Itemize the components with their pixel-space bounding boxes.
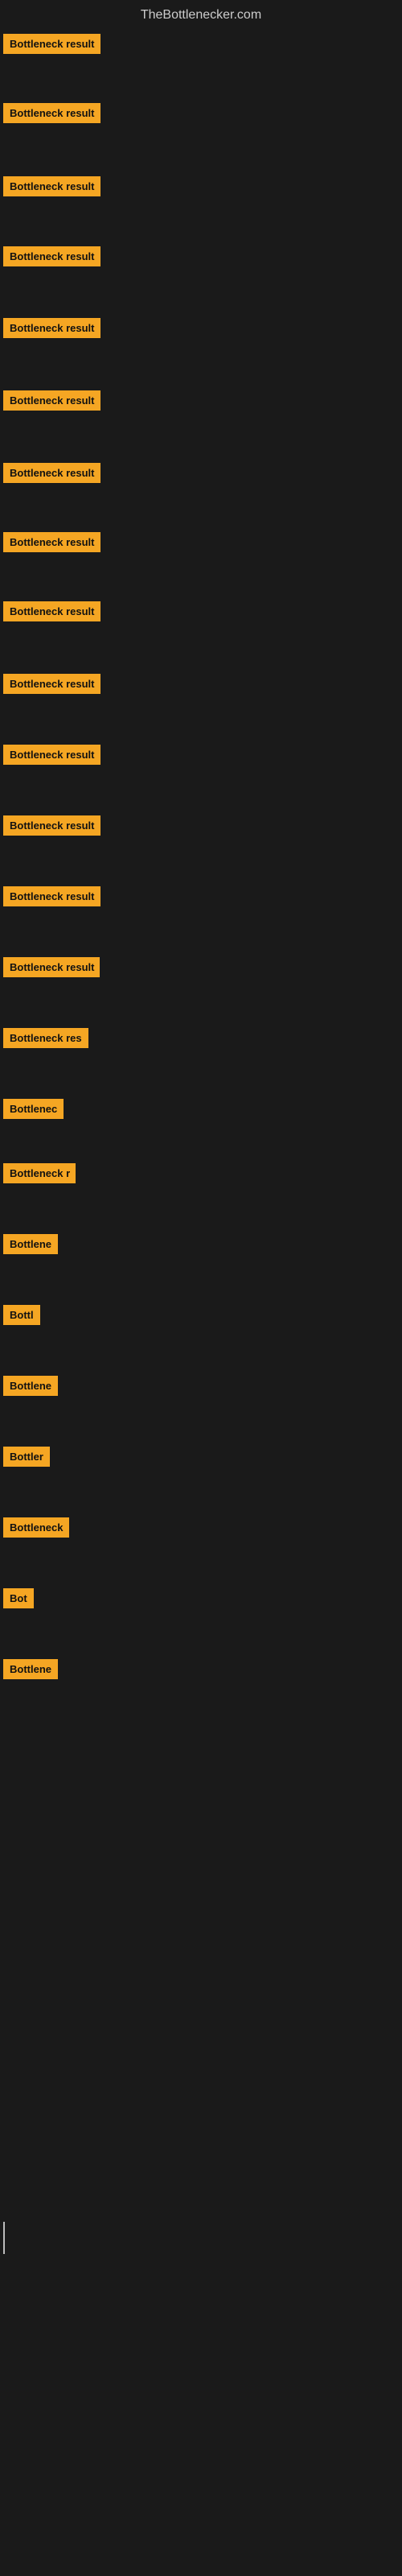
bottleneck-badge[interactable]: Bottlene (3, 1376, 58, 1396)
bottleneck-badge[interactable]: Bottleneck r (3, 1163, 76, 1183)
bottleneck-badge[interactable]: Bottleneck (3, 1517, 69, 1538)
list-item[interactable]: Bottleneck result (0, 456, 402, 526)
list-item[interactable]: Bottleneck result (0, 809, 402, 878)
list-item[interactable]: Bottleneck result (0, 526, 402, 595)
bottleneck-badge[interactable]: Bottlene (3, 1659, 58, 1679)
cursor-indicator (3, 2222, 5, 2254)
bottleneck-badge[interactable]: Bottlenec (3, 1099, 64, 1119)
bottleneck-badge[interactable]: Bottleneck result (3, 957, 100, 977)
rows-container: Bottleneck result Bottleneck result Bottle… (0, 27, 402, 2571)
page-wrapper: TheBottlenecker.com Bottleneck resultBot… (0, 0, 402, 2576)
list-item[interactable]: Bottleneck result (0, 170, 402, 239)
bottleneck-badge[interactable]: Bottleneck result (3, 318, 100, 338)
list-item[interactable]: Bottlene (0, 1653, 402, 1722)
bottleneck-badge[interactable]: Bottleneck result (3, 246, 100, 266)
bottleneck-badge[interactable]: Bottler (3, 1447, 50, 1467)
list-item[interactable]: Bot (0, 1582, 402, 1651)
bottleneck-badge[interactable]: Bottleneck result (3, 815, 100, 836)
bottleneck-badge[interactable]: Bottleneck result (3, 601, 100, 621)
bottleneck-badge[interactable]: Bottleneck result (3, 745, 100, 765)
list-item[interactable]: Bottlenec (0, 1092, 402, 1162)
bottleneck-badge[interactable]: Bottleneck result (3, 103, 100, 123)
list-item[interactable]: Bottlene (0, 1228, 402, 1297)
list-item[interactable]: Bottleneck result (0, 97, 402, 166)
list-item[interactable]: Bottler (0, 1440, 402, 1509)
list-item[interactable]: Bottleneck result (0, 27, 402, 97)
bottleneck-badge[interactable]: Bottleneck result (3, 463, 100, 483)
bottleneck-badge[interactable]: Bottleneck result (3, 390, 100, 411)
list-item[interactable]: Bottlene (0, 1369, 402, 1439)
bottleneck-badge[interactable]: Bot (3, 1588, 34, 1608)
bottleneck-badge[interactable]: Bottleneck result (3, 886, 100, 906)
bottleneck-badge[interactable]: Bottleneck result (3, 34, 100, 54)
list-item[interactable]: Bottleneck result (0, 384, 402, 453)
list-item[interactable]: Bottleneck result (0, 595, 402, 664)
list-item[interactable]: Bottleneck result (0, 667, 402, 737)
list-item[interactable]: Bottleneck res (0, 1022, 402, 1091)
list-item[interactable]: Bottleneck r (0, 1157, 402, 1226)
bottleneck-badge[interactable]: Bottleneck result (3, 176, 100, 196)
bottleneck-badge[interactable]: Bottlene (3, 1234, 58, 1254)
bottleneck-badge[interactable]: Bottleneck result (3, 674, 100, 694)
list-item[interactable]: Bottleneck result (0, 738, 402, 807)
bottleneck-badge[interactable]: Bottl (3, 1305, 40, 1325)
site-title: TheBottlenecker.com (0, 0, 402, 27)
bottleneck-badge[interactable]: Bottleneck res (3, 1028, 88, 1048)
list-item[interactable]: Bottl (0, 1298, 402, 1368)
list-item[interactable]: Bottleneck result (0, 951, 402, 1020)
list-item[interactable]: Bottleneck result (0, 880, 402, 949)
list-item[interactable]: Bottleneck result (0, 240, 402, 309)
bottleneck-badge[interactable]: Bottleneck result (3, 532, 100, 552)
list-item[interactable]: Bottleneck (0, 1511, 402, 1580)
list-item[interactable]: Bottleneck result (0, 312, 402, 381)
